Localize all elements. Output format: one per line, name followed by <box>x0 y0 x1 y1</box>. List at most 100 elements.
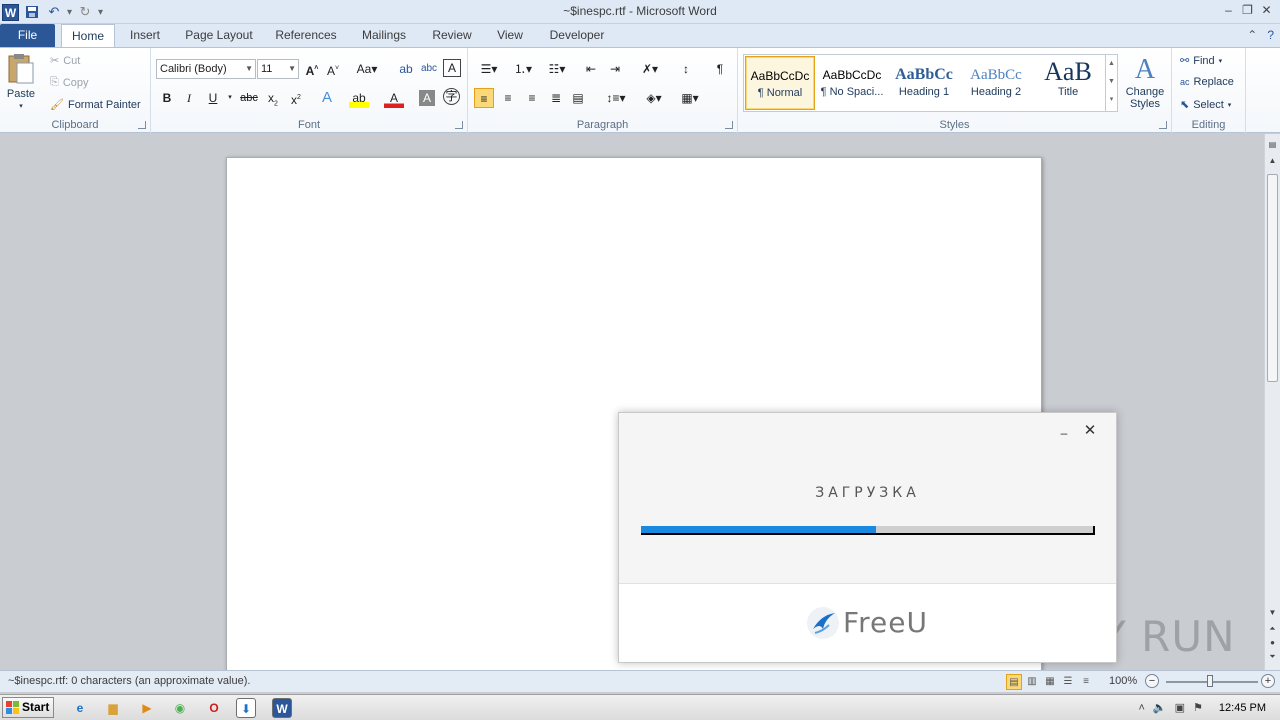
line-spacing-icon[interactable]: ↕≡▾ <box>602 88 630 108</box>
font-launcher-icon[interactable] <box>455 121 463 129</box>
show-hidden-icons-icon[interactable]: ˄ <box>1138 702 1144 714</box>
paste-button[interactable]: Paste ▾ <box>6 52 36 110</box>
style-no-spacing[interactable]: AaBbCcDc ¶ No Spaci... <box>817 56 887 110</box>
character-border-icon[interactable]: A <box>443 59 461 77</box>
font-size-combo[interactable]: 11 ▼ <box>257 59 299 79</box>
tab-home[interactable]: Home <box>61 24 115 48</box>
opera-icon[interactable]: O <box>204 698 224 718</box>
replace-button[interactable]: ac Replace <box>1180 76 1234 88</box>
copy-button[interactable]: ⎘ Copy <box>50 76 89 89</box>
scroll-up-icon[interactable]: ▲ <box>1265 154 1280 168</box>
action-center-flag-icon[interactable]: ⚑ <box>1193 701 1203 714</box>
change-styles-button[interactable]: A Change Styles <box>1122 54 1168 110</box>
multilevel-list-icon[interactable]: ☷▾ <box>542 59 572 79</box>
clock[interactable]: 12:45 PM <box>1219 702 1266 714</box>
italic-icon[interactable]: I <box>179 88 199 108</box>
draft-icon[interactable]: ≡ <box>1078 674 1094 690</box>
tab-mailings[interactable]: Mailings <box>354 24 414 48</box>
ruler-toggle-icon[interactable]: ▤ <box>1265 138 1280 152</box>
cut-button[interactable]: ✂ Cut <box>50 54 80 68</box>
next-page-icon[interactable]: ⏷ <box>1265 650 1280 664</box>
tab-developer[interactable]: Developer <box>543 24 611 48</box>
downloader-task-icon[interactable]: ⬇ <box>236 698 256 718</box>
word-task-icon[interactable]: W <box>272 698 292 718</box>
zoom-slider-thumb[interactable] <box>1207 675 1213 687</box>
decrease-indent-icon[interactable]: ⇤ <box>581 59 601 79</box>
font-color-icon[interactable]: A <box>384 88 404 108</box>
shading-icon[interactable]: ◈▾ <box>640 88 668 108</box>
media-player-icon[interactable]: ▶ <box>137 698 157 718</box>
minimize-button[interactable]: – <box>1219 0 1238 20</box>
shrink-font-icon[interactable]: A˅ <box>323 59 343 79</box>
outline-icon[interactable]: ☰ <box>1060 674 1076 690</box>
style-heading-1[interactable]: AaBbCc Heading 1 <box>889 56 959 110</box>
zoom-level[interactable]: 100% <box>1109 675 1137 687</box>
minimize-ribbon-icon[interactable]: ⌃ <box>1247 28 1257 42</box>
distributed-icon[interactable]: ▤ <box>568 88 588 108</box>
tab-references[interactable]: References <box>271 24 341 48</box>
scroll-thumb[interactable] <box>1267 174 1278 382</box>
borders-icon[interactable]: ▦▾ <box>676 88 704 108</box>
dialog-minimize-button[interactable]: – <box>1056 425 1072 441</box>
start-button[interactable]: Start <box>2 697 54 718</box>
text-effects-icon[interactable]: A <box>317 88 337 108</box>
strikethrough-icon[interactable]: abc <box>239 88 259 108</box>
align-right-icon[interactable]: ≡ <box>522 88 542 108</box>
paragraph-launcher-icon[interactable] <box>725 121 733 129</box>
tab-review[interactable]: Review <box>427 24 477 48</box>
format-painter-button[interactable]: 🖌 Format Painter <box>50 98 141 112</box>
vertical-scrollbar[interactable]: ▤ ▲ ▼ ⏶ ● ⏷ <box>1264 134 1280 670</box>
tab-insert[interactable]: Insert <box>123 24 167 48</box>
internet-explorer-icon[interactable]: e <box>70 698 90 718</box>
dialog-close-button[interactable]: ✕ <box>1082 423 1098 439</box>
select-button[interactable]: ⬉ Select ▾ <box>1180 98 1231 112</box>
style-heading-2[interactable]: AaBbCc Heading 2 <box>961 56 1031 110</box>
styles-launcher-icon[interactable] <box>1159 121 1167 129</box>
chrome-icon[interactable]: ◉ <box>170 698 190 718</box>
justify-icon[interactable]: ≣ <box>546 88 566 108</box>
enclose-characters-icon[interactable]: 字 <box>443 88 460 105</box>
show-hide-marks-icon[interactable]: ¶ <box>710 59 730 79</box>
change-case-icon[interactable]: Aa▾ <box>354 59 380 79</box>
volume-icon[interactable]: 🔈 <box>1153 701 1167 714</box>
clear-formatting-icon[interactable]: ab <box>396 59 416 79</box>
file-explorer-icon[interactable]: ▆ <box>103 698 123 718</box>
bullets-icon[interactable]: ☰▾ <box>474 59 504 79</box>
bold-icon[interactable]: B <box>157 88 177 108</box>
align-center-icon[interactable]: ≡ <box>498 88 518 108</box>
sort-icon[interactable]: ↕ <box>676 59 696 79</box>
scroll-down-icon[interactable]: ▼ <box>1265 606 1280 620</box>
help-icon[interactable]: ? <box>1267 28 1274 42</box>
superscript-icon[interactable]: x2 <box>286 88 306 108</box>
previous-page-icon[interactable]: ⏶ <box>1265 622 1280 636</box>
align-left-icon[interactable]: ≡ <box>474 88 494 108</box>
underline-dropdown-icon[interactable]: ▾ <box>220 88 240 108</box>
font-name-combo[interactable]: Calibri (Body) ▼ <box>156 59 256 79</box>
gallery-more-icon[interactable]: ▾ <box>1106 91 1117 109</box>
close-button[interactable]: ✕ <box>1257 0 1276 20</box>
zoom-in-button[interactable]: + <box>1261 674 1275 688</box>
browse-object-icon[interactable]: ● <box>1265 636 1280 650</box>
print-layout-icon[interactable]: ▤ <box>1006 674 1022 690</box>
clipboard-launcher-icon[interactable] <box>138 121 146 129</box>
asian-layout-icon[interactable]: ✗▾ <box>636 59 664 79</box>
style-title[interactable]: AaB Title <box>1033 56 1103 110</box>
tab-page-layout[interactable]: Page Layout <box>180 24 258 48</box>
character-shading-icon[interactable]: A <box>419 90 435 106</box>
subscript-icon[interactable]: x2 <box>263 88 283 108</box>
network-icon[interactable]: ▣ <box>1175 701 1185 714</box>
restore-button[interactable]: ❐ <box>1238 0 1257 20</box>
phonetic-guide-icon[interactable]: abc <box>419 59 439 79</box>
gallery-down-icon[interactable]: ▼ <box>1106 73 1117 91</box>
find-button[interactable]: ⚯ Find ▾ <box>1180 54 1222 68</box>
zoom-out-button[interactable]: − <box>1145 674 1159 688</box>
gallery-up-icon[interactable]: ▲ <box>1106 55 1117 73</box>
gallery-scroll[interactable]: ▲ ▼ ▾ <box>1105 55 1117 111</box>
tab-view[interactable]: View <box>490 24 530 48</box>
style-normal[interactable]: AaBbCcDc ¶ Normal <box>745 56 815 110</box>
web-layout-icon[interactable]: ▦ <box>1042 674 1058 690</box>
grow-font-icon[interactable]: A˄ <box>302 59 322 79</box>
numbering-icon[interactable]: ⒈▾ <box>508 59 538 79</box>
increase-indent-icon[interactable]: ⇥ <box>605 59 625 79</box>
tab-file[interactable]: File <box>0 24 55 48</box>
